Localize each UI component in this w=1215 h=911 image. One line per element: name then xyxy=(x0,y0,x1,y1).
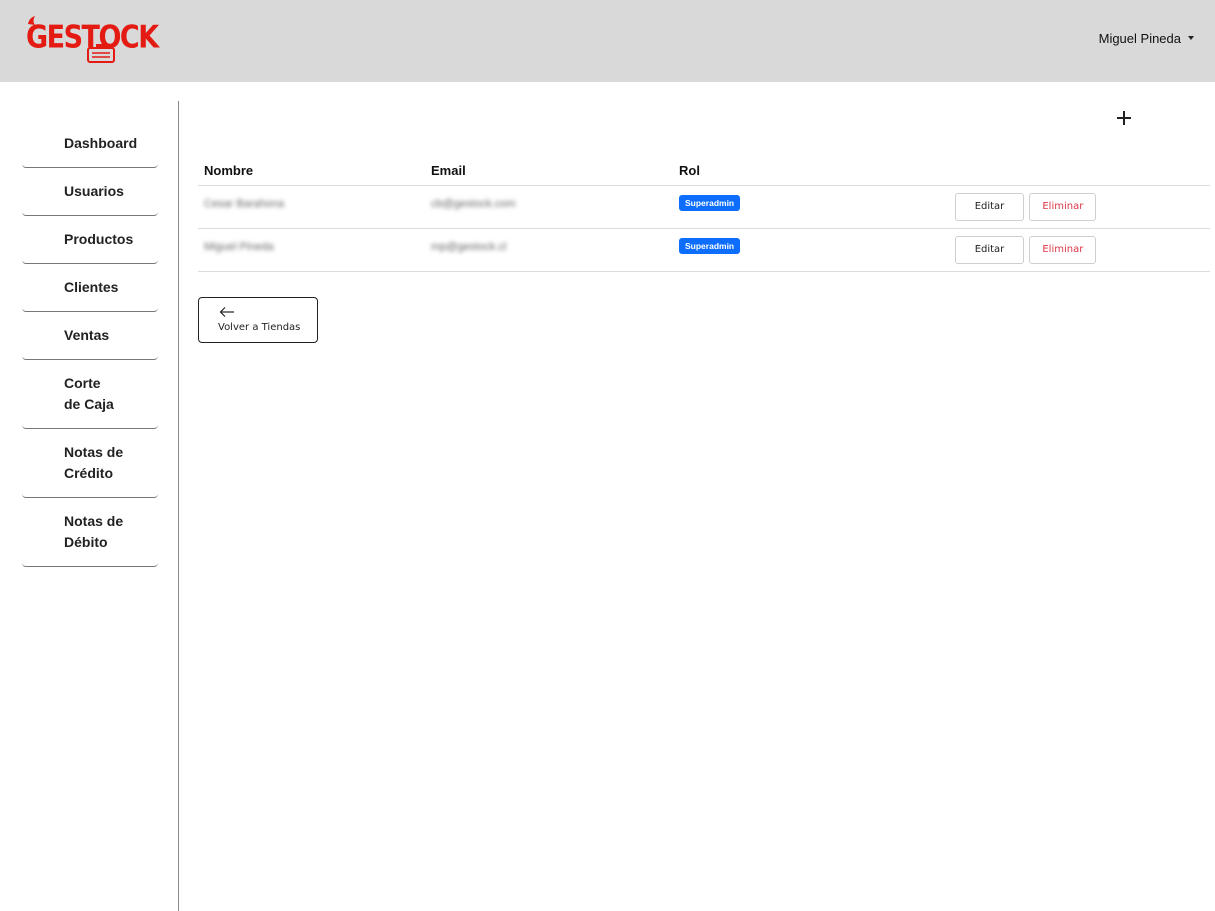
sidebar-item-ventas[interactable]: Ventas xyxy=(22,312,158,360)
table-row: Miguel Pineda mp@gestock.cl Superadmin E… xyxy=(198,228,1210,272)
users-table: Nombre Email Rol Cesar Barahona cb@gesto… xyxy=(198,156,1210,272)
user-email-cell: mp@gestock.cl xyxy=(431,240,507,253)
sidebar-item-clientes[interactable]: Clientes xyxy=(22,264,158,312)
sidebar-item-corte-de-caja[interactable]: Corte de Caja xyxy=(22,360,158,429)
gestock-logo[interactable]: GESTOCK xyxy=(26,16,159,66)
add-user-button[interactable] xyxy=(1114,108,1134,128)
cell-rol: Superadmin xyxy=(673,228,955,272)
delete-button[interactable]: Eliminar xyxy=(1029,192,1097,221)
cell-nombre: Cesar Barahona xyxy=(198,185,425,229)
column-header-nombre: Nombre xyxy=(198,156,425,186)
cell-nombre: Miguel Pineda xyxy=(198,228,425,272)
user-name-cell: Miguel Pineda xyxy=(204,240,274,253)
caret-down-icon xyxy=(1188,36,1194,40)
back-to-stores-button[interactable]: Volver a Tiendas xyxy=(198,297,318,343)
cell-actions: Editar Eliminar xyxy=(955,185,1210,229)
role-badge: Superadmin xyxy=(679,237,741,254)
sidebar: Dashboard Usuarios Productos Clientes Ve… xyxy=(0,101,179,911)
sidebar-item-notas-de-debito[interactable]: Notas de Débito xyxy=(22,498,158,567)
delete-button[interactable]: Eliminar xyxy=(1029,235,1097,264)
column-header-rol: Rol xyxy=(673,156,955,186)
user-email-cell: cb@gestock.com xyxy=(431,197,516,210)
column-header-actions xyxy=(955,156,1210,186)
arrow-left-icon xyxy=(219,307,234,317)
user-name: Miguel Pineda xyxy=(1098,30,1181,46)
sidebar-item-usuarios[interactable]: Usuarios xyxy=(22,168,158,216)
sidebar-item-notas-de-credito[interactable]: Notas de Crédito xyxy=(22,429,158,498)
main-content: Nombre Email Rol Cesar Barahona cb@gesto… xyxy=(198,82,1210,892)
sidebar-item-productos[interactable]: Productos xyxy=(22,216,158,264)
cell-actions: Editar Eliminar xyxy=(955,228,1210,272)
sidebar-item-dashboard[interactable]: Dashboard xyxy=(22,120,158,168)
column-header-email: Email xyxy=(425,156,673,186)
table-header-row: Nombre Email Rol xyxy=(198,156,1210,186)
role-badge: Superadmin xyxy=(679,194,741,211)
logo-text: GESTOCK xyxy=(26,20,159,56)
edit-button[interactable]: Editar xyxy=(955,235,1024,264)
edit-button[interactable]: Editar xyxy=(955,192,1024,221)
cell-email: mp@gestock.cl xyxy=(425,228,673,272)
cell-rol: Superadmin xyxy=(673,185,955,229)
top-navbar: GESTOCK Miguel Pineda xyxy=(0,0,1215,82)
back-button-label: Volver a Tiendas xyxy=(218,322,301,333)
user-menu-dropdown[interactable]: Miguel Pineda xyxy=(1099,29,1194,47)
table-row: Cesar Barahona cb@gestock.com Superadmin… xyxy=(198,185,1210,229)
cell-email: cb@gestock.com xyxy=(425,185,673,229)
user-name-cell: Cesar Barahona xyxy=(204,197,285,210)
sidebar-nav: Dashboard Usuarios Productos Clientes Ve… xyxy=(22,120,158,567)
